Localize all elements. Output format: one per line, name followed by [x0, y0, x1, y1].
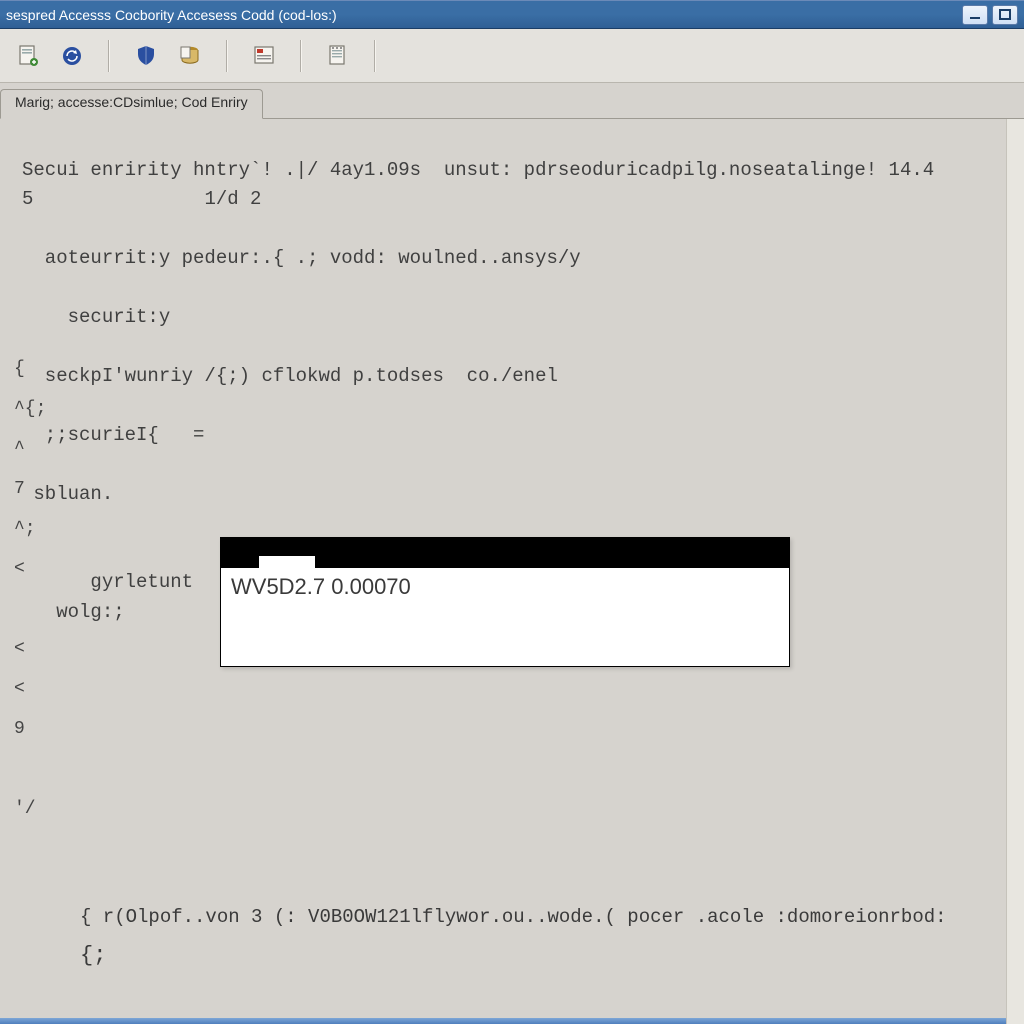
- toolbar-form[interactable]: [246, 38, 282, 74]
- toolbar-database[interactable]: [172, 38, 208, 74]
- vertical-scrollbar[interactable]: [1006, 119, 1024, 1024]
- editor-gutter: { ^{; ^ 7 ^; < < < 9 '/: [14, 359, 42, 839]
- database-icon: [177, 43, 203, 69]
- editor-area: Secui enririty hntry`! .|/ 4ay1.09s unsu…: [0, 119, 1024, 1024]
- code-line: seckpI'wunriy /{;) cflokwd p.todses co./…: [22, 365, 558, 387]
- titlebar: sespred Accesss Cocbority Accesess Codd …: [0, 1, 1024, 29]
- tab-label: Marig; accesse:CDsimlue; Cod Enriry: [15, 94, 248, 110]
- code-line-right: 1/d 2: [204, 188, 261, 210]
- note-icon: [325, 43, 351, 69]
- form-icon: [251, 43, 277, 69]
- toolbar-separator: [300, 40, 302, 72]
- popup-header: [221, 538, 789, 568]
- shield-icon: [133, 43, 159, 69]
- gutter-mark: {: [14, 359, 42, 399]
- tab-strip: Marig; accesse:CDsimlue; Cod Enriry: [0, 83, 1024, 119]
- window-title: sespred Accesss Cocbority Accesess Codd …: [6, 7, 962, 23]
- code-line-left: 5: [22, 188, 33, 210]
- gutter-mark: ^;: [14, 519, 42, 559]
- toolbar-separator: [226, 40, 228, 72]
- gutter-mark: <: [14, 639, 42, 679]
- refresh-icon: [59, 43, 85, 69]
- toolbar: [0, 29, 1024, 83]
- toolbar-separator: [374, 40, 376, 72]
- gutter-mark: <: [14, 679, 42, 719]
- gutter-mark: [14, 599, 42, 639]
- tab-code-entry[interactable]: Marig; accesse:CDsimlue; Cod Enriry: [0, 89, 263, 119]
- autocomplete-popup[interactable]: WV5D2.7 0.00070: [220, 537, 790, 667]
- toolbar-separator: [108, 40, 110, 72]
- code-line: securit:y: [22, 306, 170, 328]
- new-document-icon: [15, 43, 41, 69]
- code-line: gyrletunt: [22, 571, 193, 593]
- code-line: aoteurrit:y pedeur:.{ .; vodd: woulned..…: [22, 247, 581, 269]
- window-bottom-border: [0, 1018, 1006, 1024]
- code-footer-line: { r(Olpof..von 3 (: V0B0OW121lflywor.ou.…: [80, 906, 947, 928]
- code-line: Secui enririty hntry`! .|/ 4ay1.09s unsu…: [22, 159, 934, 181]
- popup-tab-notch: [259, 556, 315, 574]
- gutter-mark: ^: [14, 439, 42, 479]
- toolbar-shield[interactable]: [128, 38, 164, 74]
- window-buttons: [962, 5, 1018, 25]
- gutter-mark: [14, 759, 42, 799]
- gutter-mark: 9: [14, 719, 42, 759]
- gutter-mark: ^{;: [14, 399, 42, 439]
- maximize-button[interactable]: [992, 5, 1018, 25]
- code-footer-brace: {;: [80, 943, 106, 968]
- toolbar-note[interactable]: [320, 38, 356, 74]
- app-window: sespred Accesss Cocbority Accesess Codd …: [0, 0, 1024, 1024]
- toolbar-refresh[interactable]: [54, 38, 90, 74]
- minimize-button[interactable]: [962, 5, 988, 25]
- gutter-mark: <: [14, 559, 42, 599]
- gutter-mark: 7: [14, 479, 42, 519]
- gutter-mark: '/: [14, 799, 42, 839]
- code-line: ;;scurieI{ =: [22, 424, 204, 446]
- toolbar-new-document[interactable]: [10, 38, 46, 74]
